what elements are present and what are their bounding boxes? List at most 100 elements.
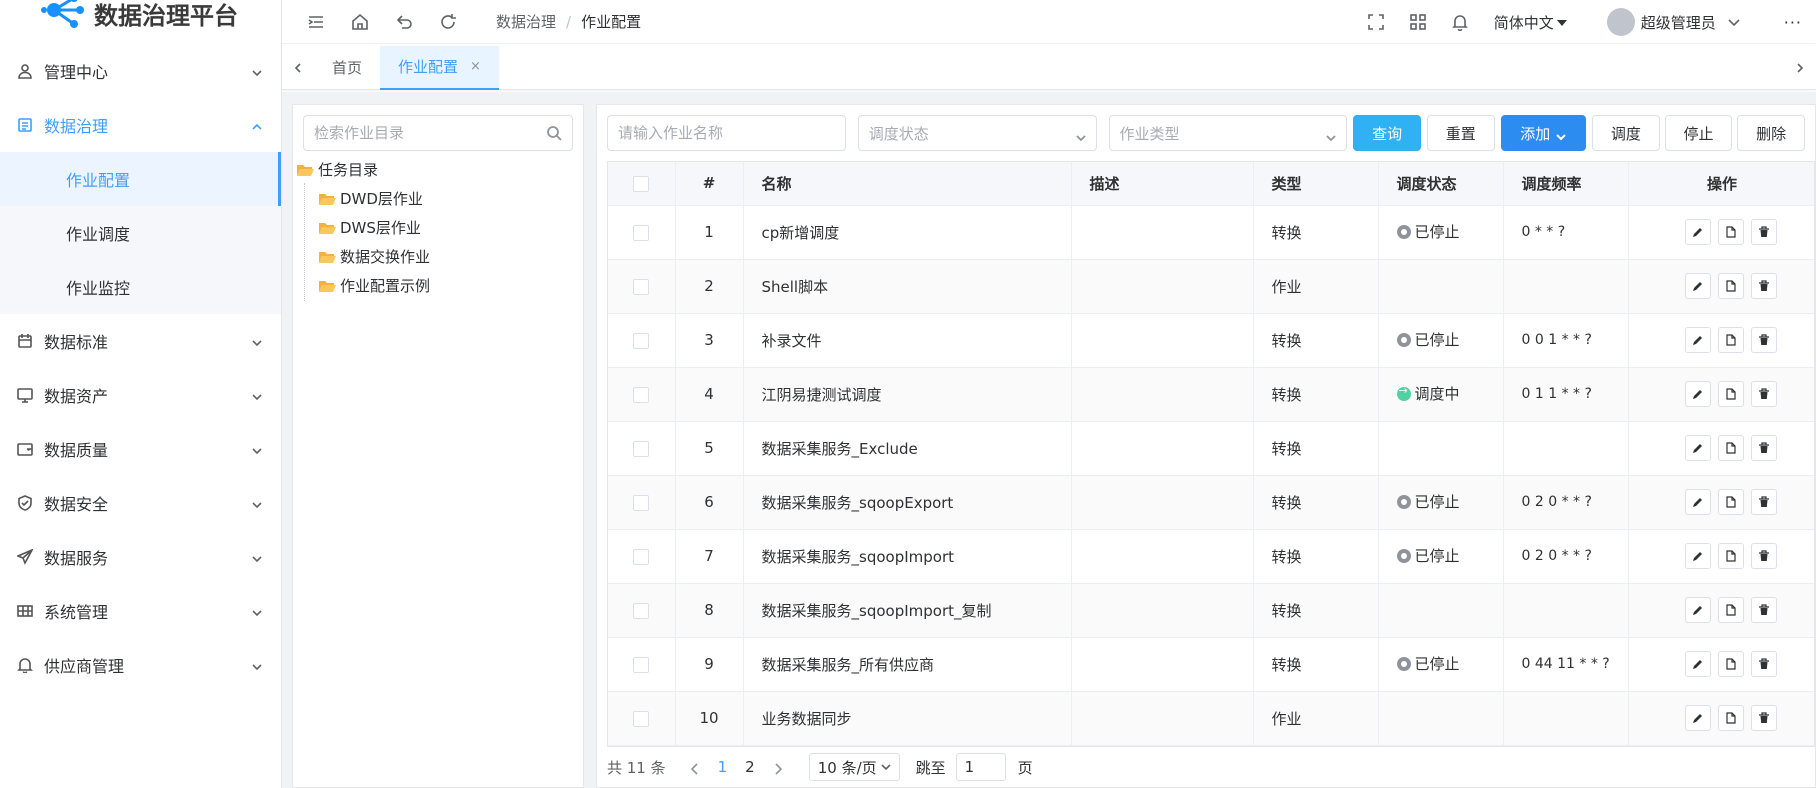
table-row[interactable]: 9 数据采集服务_所有供应商 转换 已停止 0 44 11 * * ? xyxy=(608,637,1814,692)
tree-node-data-exchange[interactable]: 数据交换作业 xyxy=(295,242,583,271)
tree-node-dws[interactable]: DWS层作业 xyxy=(295,213,583,242)
menu-item-data-quality[interactable]: 数据质量 xyxy=(0,422,281,476)
sub-item-job-schedule[interactable]: 作业调度 xyxy=(0,206,281,260)
copy-button[interactable] xyxy=(1718,489,1744,515)
menu-item-data-standard[interactable]: 数据标准 xyxy=(0,314,281,368)
menu-item-data-service[interactable]: 数据服务 xyxy=(0,530,281,584)
delete-row-button[interactable] xyxy=(1751,273,1777,299)
undo-icon[interactable] xyxy=(394,12,414,32)
sub-item-job-monitor[interactable]: 作业监控 xyxy=(0,260,281,314)
tree-node-root[interactable]: 任务目录 xyxy=(295,155,583,184)
next-page-icon[interactable] xyxy=(773,761,783,775)
row-checkbox[interactable] xyxy=(633,656,650,673)
table-row[interactable]: 1 cp新增调度 转换 已停止 0 * * ? xyxy=(608,205,1814,260)
menu-item-data-governance[interactable]: 数据治理 xyxy=(0,98,281,152)
schedule-button[interactable]: 调度 xyxy=(1592,115,1660,151)
copy-button[interactable] xyxy=(1718,705,1744,731)
breadcrumb-item[interactable]: 数据治理 xyxy=(496,11,556,32)
username[interactable]: 超级管理员 xyxy=(1641,12,1716,33)
delete-row-button[interactable] xyxy=(1751,597,1777,623)
tab-home[interactable]: 首页 xyxy=(314,46,380,90)
add-button[interactable]: 添加 xyxy=(1500,115,1587,151)
delete-row-button[interactable] xyxy=(1751,219,1777,245)
delete-row-button[interactable] xyxy=(1751,489,1777,515)
jump-page-input[interactable] xyxy=(955,753,1006,781)
avatar[interactable] xyxy=(1606,8,1635,36)
menu-item-data-assets[interactable]: 数据资产 xyxy=(0,368,281,422)
delete-row-button[interactable] xyxy=(1751,705,1777,731)
job-name-input[interactable] xyxy=(607,115,846,151)
row-checkbox[interactable] xyxy=(633,548,650,565)
copy-button[interactable] xyxy=(1718,543,1744,569)
table-row[interactable]: 3 补录文件 转换 已停止 0 0 1 * * ? xyxy=(608,313,1814,368)
chevron-down-icon[interactable] xyxy=(1724,12,1744,32)
copy-button[interactable] xyxy=(1718,435,1744,461)
table-row[interactable]: 8 数据采集服务_sqoopImport_复制 转换 xyxy=(608,583,1814,638)
query-button[interactable]: 查询 xyxy=(1353,115,1421,151)
table-row[interactable]: 7 数据采集服务_sqoopImport 转换 已停止 0 2 0 * * ? xyxy=(608,529,1814,584)
home-icon[interactable] xyxy=(350,12,370,32)
row-checkbox[interactable] xyxy=(633,224,650,241)
apps-grid-icon[interactable] xyxy=(1408,12,1428,32)
edit-button[interactable] xyxy=(1685,273,1711,299)
copy-button[interactable] xyxy=(1718,597,1744,623)
row-checkbox[interactable] xyxy=(633,602,650,619)
table-row[interactable]: 10 业务数据同步 作业 xyxy=(608,691,1814,746)
job-type-select[interactable]: 作业类型 xyxy=(1108,115,1348,151)
reset-button[interactable]: 重置 xyxy=(1426,115,1495,151)
select-all-checkbox[interactable] xyxy=(633,175,650,192)
page-size-select[interactable]: 10 条/页 xyxy=(808,753,900,781)
row-checkbox[interactable] xyxy=(633,494,650,511)
table-row[interactable]: 5 数据采集服务_Exclude 转换 xyxy=(608,421,1814,476)
tree-node-config-example[interactable]: 作业配置示例 xyxy=(295,271,583,300)
menu-item-data-security[interactable]: 数据安全 xyxy=(0,476,281,530)
copy-button[interactable] xyxy=(1718,327,1744,353)
table-row[interactable]: 4江阴易捷测试调度 转换 调度中 0 1 1 * * ? xyxy=(608,367,1814,422)
language-selector[interactable]: 简体中文 xyxy=(1494,12,1567,33)
page-number[interactable]: 1 xyxy=(718,758,728,776)
edit-button[interactable] xyxy=(1685,327,1711,353)
copy-button[interactable] xyxy=(1718,381,1744,407)
delete-row-button[interactable] xyxy=(1751,381,1777,407)
row-checkbox[interactable] xyxy=(633,278,650,295)
copy-button[interactable] xyxy=(1718,651,1744,677)
stop-button[interactable]: 停止 xyxy=(1664,115,1733,151)
tabs-scroll-left-icon[interactable] xyxy=(282,46,314,90)
tree-node-dwd[interactable]: DWD层作业 xyxy=(295,184,583,213)
prev-page-icon[interactable] xyxy=(690,761,700,775)
menu-item-supplier-management[interactable]: 供应商管理 xyxy=(0,638,281,692)
tabs-scroll-right-icon[interactable] xyxy=(1784,46,1816,90)
copy-button[interactable] xyxy=(1718,219,1744,245)
row-checkbox[interactable] xyxy=(633,710,650,727)
edit-button[interactable] xyxy=(1685,705,1711,731)
menu-item-management-center[interactable]: 管理中心 xyxy=(0,44,281,98)
notification-bell-icon[interactable] xyxy=(1450,12,1470,32)
tree-search-input[interactable] xyxy=(304,116,544,150)
copy-button[interactable] xyxy=(1718,273,1744,299)
table-row[interactable]: 6 数据采集服务_sqoopExport 转换 已停止 0 2 0 * * ? xyxy=(608,475,1814,530)
edit-button[interactable] xyxy=(1685,435,1711,461)
schedule-status-select[interactable]: 调度状态 xyxy=(857,115,1097,151)
delete-row-button[interactable] xyxy=(1751,327,1777,353)
delete-button[interactable]: 删除 xyxy=(1737,115,1805,151)
edit-button[interactable] xyxy=(1685,489,1711,515)
delete-row-button[interactable] xyxy=(1751,435,1777,461)
more-menu[interactable]: ··· xyxy=(1784,13,1802,32)
edit-button[interactable] xyxy=(1685,543,1711,569)
edit-button[interactable] xyxy=(1685,219,1711,245)
row-checkbox[interactable] xyxy=(633,386,650,403)
delete-row-button[interactable] xyxy=(1751,651,1777,677)
tab-job-config[interactable]: 作业配置 × xyxy=(380,45,499,90)
edit-button[interactable] xyxy=(1685,597,1711,623)
edit-button[interactable] xyxy=(1685,381,1711,407)
menu-fold-icon[interactable] xyxy=(306,12,326,32)
search-icon[interactable] xyxy=(546,125,562,141)
refresh-icon[interactable] xyxy=(438,12,458,32)
page-number[interactable]: 2 xyxy=(745,758,755,776)
sub-item-job-config[interactable]: 作业配置 xyxy=(0,152,281,206)
fullscreen-icon[interactable] xyxy=(1366,12,1386,32)
table-row[interactable]: 2 Shell脚本 作业 xyxy=(608,259,1814,314)
edit-button[interactable] xyxy=(1685,651,1711,677)
row-checkbox[interactable] xyxy=(633,332,650,349)
row-checkbox[interactable] xyxy=(633,440,650,457)
